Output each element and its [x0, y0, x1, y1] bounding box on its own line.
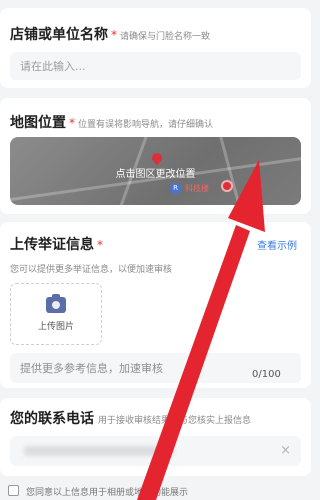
store-name-title: 店铺或单位名称: [10, 27, 108, 43]
camera-icon: [46, 293, 66, 313]
upload-image-button[interactable]: 上传图片: [10, 283, 102, 345]
upload-image-label: 上传图片: [37, 321, 74, 332]
store-name-card: 店铺或单位名称 * 请确保与门脸名称一致 请在此输入...: [0, 8, 311, 88]
phone-hint: 用于接收审核结果及与您核实上报信息: [98, 416, 252, 426]
poi-label: 科技楼: [185, 184, 209, 193]
phone-title: 您的联系电话: [10, 411, 94, 427]
agreement-text: 您同意以上信息用于相册或地图功能展示: [26, 488, 189, 498]
store-name-input[interactable]: 请在此输入...: [10, 52, 301, 80]
store-name-hint: 请确保与门脸名称一致: [120, 32, 211, 42]
agreement-checkbox[interactable]: [8, 485, 19, 496]
evidence-subtitle: 您可以提供更多举证信息，以便加速审核: [10, 265, 173, 275]
char-counter: 0/100: [252, 369, 281, 380]
evidence-title: 上传举证信息: [10, 237, 94, 253]
poi-pin-icon: [221, 180, 233, 192]
map-title-row: 地图位置 * 位置有误将影响导航，请仔细确认: [10, 112, 213, 132]
map-location-title: 地图位置: [10, 115, 66, 131]
map-preview[interactable]: 点击图区更改位置 R 科技楼: [10, 137, 301, 205]
phone-value-redacted: [24, 446, 174, 456]
map-change-label: 点击图区更改位置: [115, 169, 196, 180]
required-mark: *: [97, 238, 103, 252]
store-name-placeholder: 请在此输入...: [20, 60, 86, 73]
clear-icon[interactable]: ×: [280, 443, 291, 458]
phone-input[interactable]: ×: [10, 436, 301, 466]
required-mark: *: [111, 28, 117, 42]
phone-title-row: 您的联系电话 用于接收审核结果及与您核实上报信息: [10, 408, 251, 428]
evidence-title-row: 上传举证信息 *: [10, 234, 106, 254]
map-location-hint: 位置有误将影响导航，请仔细确认: [78, 120, 214, 130]
store-name-title-row: 店铺或单位名称 * 请确保与门脸名称一致: [10, 24, 210, 44]
location-pin-icon: [149, 150, 165, 166]
poi-marker-icon: R: [170, 183, 181, 194]
view-example-link[interactable]: 查看示例: [257, 237, 297, 252]
required-mark: *: [69, 116, 75, 130]
evidence-textarea-placeholder: 提供更多参考信息，加速审核: [20, 362, 163, 375]
